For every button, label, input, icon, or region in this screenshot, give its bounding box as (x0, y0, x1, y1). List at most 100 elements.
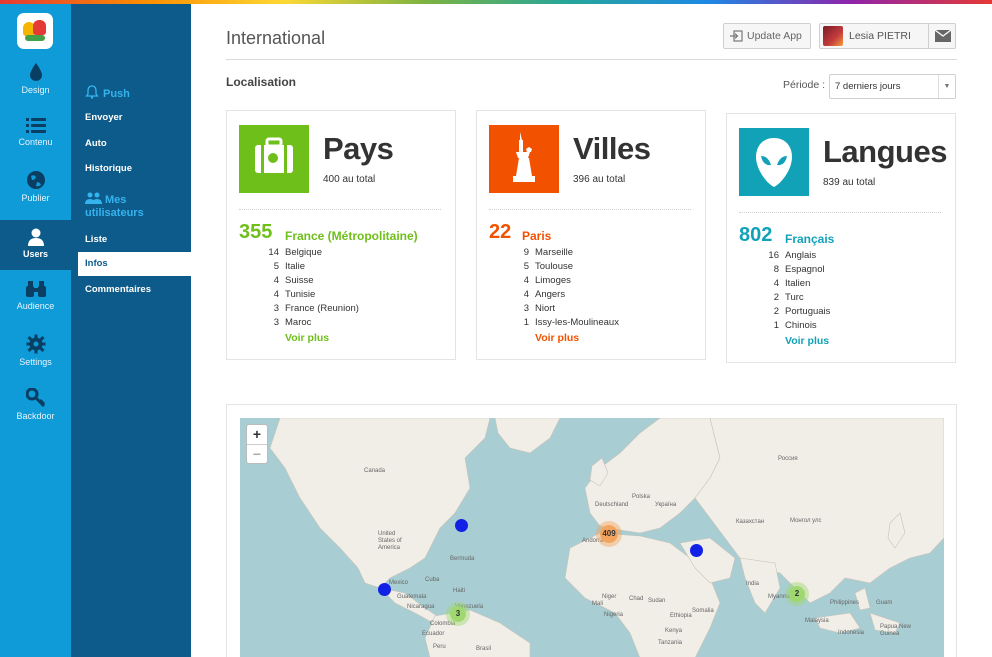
map-label: Guatemala (397, 594, 427, 600)
list-item: 4 Suisse (273, 275, 314, 286)
map-label: Ethiopia (670, 613, 692, 619)
list-item: 2 Portuguais (773, 306, 831, 317)
card-divider (739, 212, 941, 213)
list-item: 4 Tunisie (273, 289, 316, 300)
map-label: Mali (592, 601, 604, 607)
list-item: 2 Turc (773, 292, 804, 303)
map-label: Россия (778, 456, 798, 462)
map-marker[interactable] (690, 544, 703, 557)
push-heading[interactable]: Push (85, 85, 130, 100)
langues-total: 839 au total (823, 177, 876, 188)
map-label: Haiti (453, 588, 466, 594)
main-content: International Update App Lesia PIETRI Lo… (191, 4, 992, 657)
map-label: Niger (602, 594, 617, 600)
period-select[interactable]: 7 derniers jours ▼ (829, 74, 956, 99)
subnav-commentaires[interactable]: Commentaires (78, 278, 191, 302)
sub-nav: Push Envoyer Auto Historique Mes utilisa… (71, 4, 191, 657)
card-divider (239, 209, 441, 210)
list-item: 5 Italie (273, 261, 306, 272)
nav-design[interactable]: Design (0, 62, 71, 116)
nav-publier[interactable]: Publier (0, 170, 71, 224)
nav-settings-label: Settings (19, 357, 52, 367)
subnav-historique[interactable]: Historique (78, 157, 191, 181)
user-menu[interactable]: Lesia PIETRI (819, 23, 956, 49)
world-map[interactable]: + − Canada United States of America Mexi… (240, 418, 944, 657)
nav-settings[interactable]: Settings (0, 334, 71, 388)
map-cluster[interactable]: 3 (446, 602, 470, 626)
map-label: Polska (632, 494, 651, 500)
map-marker[interactable] (455, 519, 468, 532)
subnav-envoyer[interactable]: Envoyer (78, 106, 191, 130)
map-label: Казахстан (736, 519, 765, 525)
subnav-infos[interactable]: Infos (78, 252, 191, 276)
list-item: 4 Angers (523, 289, 566, 300)
map-label: Indonesia (838, 630, 865, 636)
map-label: Peru (433, 644, 446, 650)
list-item: 16 Anglais (768, 250, 817, 261)
bell-icon (85, 85, 99, 99)
langues-top-name: Français (785, 232, 835, 246)
pays-top-count: 355 (239, 221, 273, 243)
map-card: + − Canada United States of America Mexi… (226, 404, 957, 657)
card-langues: Langues 839 au total 802 Français 16 Angl… (726, 113, 956, 363)
period-label: Période : (783, 79, 826, 91)
zoom-in-button[interactable]: + (247, 425, 267, 444)
map-label: Nicaragua (407, 604, 435, 610)
header-divider (226, 59, 957, 60)
card-pays: Pays 400 au total 355 France (Métropolit… (226, 110, 456, 360)
map-label: Mexico (389, 580, 409, 586)
main-nav: Design Contenu Publier Users Audience Se… (0, 4, 71, 657)
export-icon (730, 30, 743, 42)
avatar (823, 26, 843, 46)
map-label: Bermuda (450, 556, 475, 562)
pays-voir-plus-link[interactable]: Voir plus (285, 332, 329, 344)
statue-of-liberty-icon (489, 125, 559, 193)
map-cluster[interactable]: 2 (785, 582, 809, 606)
list-item: 3 Maroc (273, 317, 312, 328)
section-title: Localisation (226, 75, 297, 89)
list-item: 4 Limoges (523, 275, 571, 286)
map-label: Somalia (692, 608, 714, 614)
drop-icon (29, 63, 42, 81)
map-label: Монгол улс (790, 518, 822, 524)
list-item: 4 Italien (773, 278, 811, 289)
langues-list: 16 Anglais 8 Espagnol 4 Italien 2 Turc 2 Port… (739, 250, 939, 334)
binoculars-icon (25, 281, 46, 297)
nav-users[interactable]: Users (0, 220, 71, 270)
nav-design-label: Design (21, 85, 50, 95)
subnav-liste[interactable]: Liste (78, 228, 191, 252)
list-item: 9 Marseille (523, 247, 574, 258)
list-item: 14 Belgique (268, 247, 322, 258)
update-app-label: Update App (747, 30, 802, 42)
map-label: United States of America (378, 531, 402, 551)
villes-top-name: Paris (522, 229, 552, 243)
nav-backdoor[interactable]: Backdoor (0, 388, 71, 442)
map-label: Ecuador (422, 631, 445, 637)
app-logo[interactable] (17, 13, 53, 49)
zoom-out-button[interactable]: − (247, 444, 267, 463)
map-cluster[interactable]: 409 (596, 521, 622, 547)
map-marker[interactable] (378, 583, 391, 596)
nav-audience[interactable]: Audience (0, 280, 71, 334)
map-label: Papua New Guinea (880, 624, 912, 637)
pays-top-name: France (Métropolitaine) (285, 229, 418, 243)
villes-voir-plus-link[interactable]: Voir plus (535, 332, 579, 344)
mail-button[interactable] (928, 24, 956, 48)
update-app-button[interactable]: Update App (723, 23, 811, 49)
map-label: Brasil (476, 646, 492, 652)
globe-icon (26, 171, 45, 189)
list-item: 8 Espagnol (773, 264, 825, 275)
map-label: Guam (876, 600, 893, 606)
map-label: Tanzania (658, 640, 683, 646)
langues-voir-plus-link[interactable]: Voir plus (785, 335, 829, 347)
list-item: 1 Chinois (773, 320, 817, 331)
map-label: India (746, 581, 760, 587)
map-label: Kenya (665, 628, 683, 634)
list-icon (25, 118, 46, 133)
map-label: Sudan (648, 598, 666, 604)
users-heading[interactable]: Mes utilisateurs (85, 192, 165, 220)
nav-contenu[interactable]: Contenu (0, 116, 71, 170)
villes-title: Villes (573, 131, 651, 166)
subnav-auto[interactable]: Auto (78, 132, 191, 156)
pays-list: 14 Belgique 5 Italie 4 Suisse 4 Tunisie 3 Fra… (239, 247, 439, 331)
